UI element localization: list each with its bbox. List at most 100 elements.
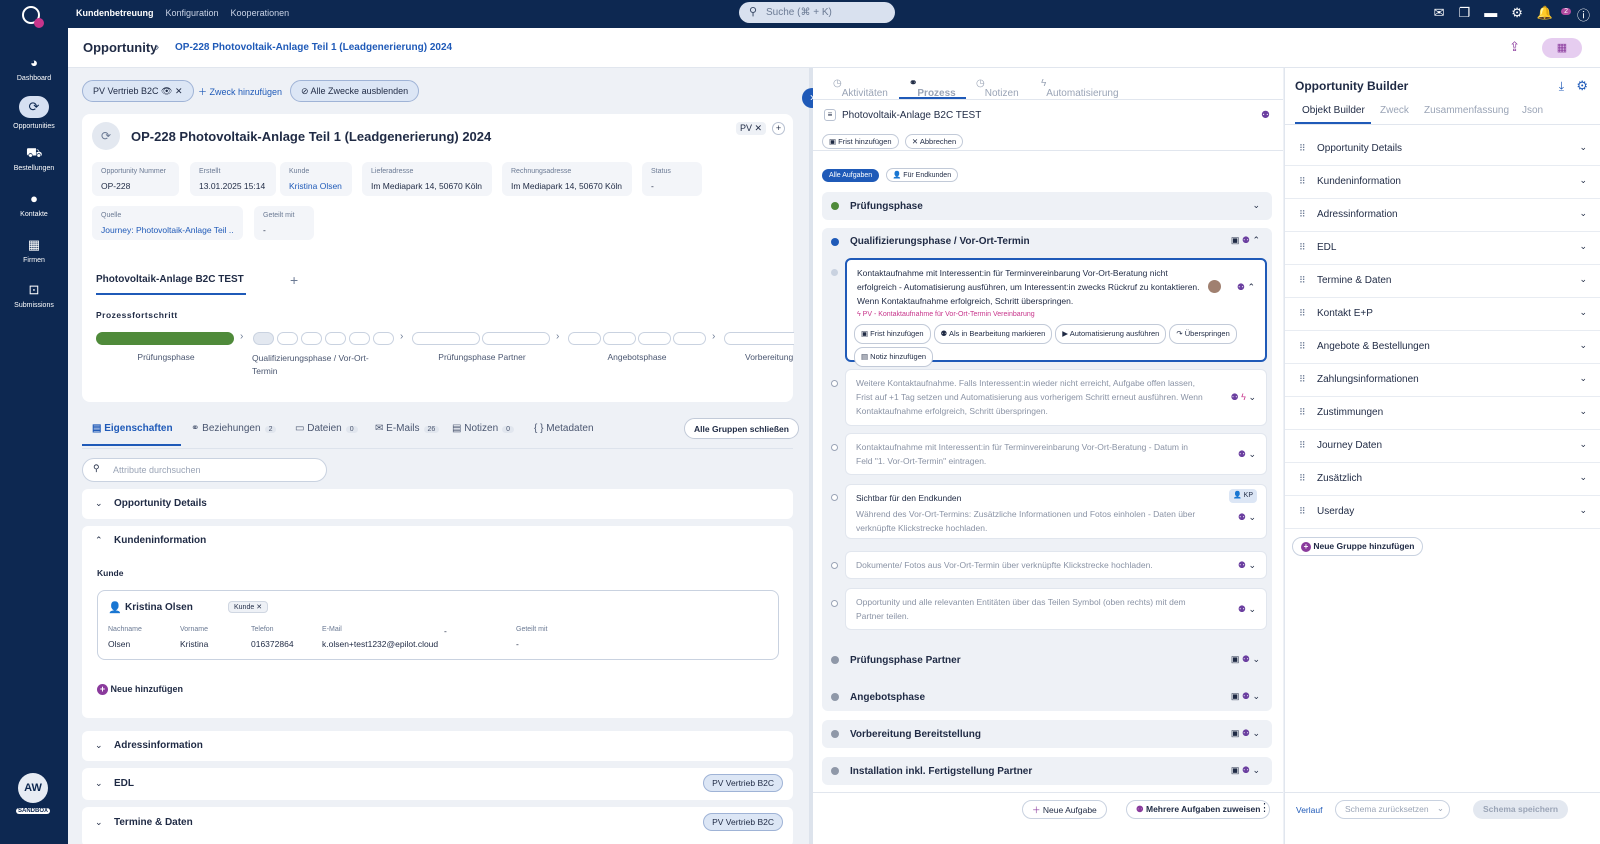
reset-schema-button[interactable]: Schema zurücksetzen ⌄ bbox=[1335, 800, 1450, 819]
gear-icon[interactable]: ⚙ bbox=[1576, 78, 1588, 94]
task-5[interactable]: Dokumente/ Fotos aus Vor-Ort-Termin über… bbox=[845, 551, 1267, 579]
progress-phase-1[interactable] bbox=[96, 332, 234, 345]
drag-handle-icon[interactable]: ⠿ bbox=[1299, 143, 1306, 154]
drag-handle-icon[interactable]: ⠿ bbox=[1299, 308, 1306, 319]
progress-step[interactable] bbox=[277, 332, 298, 345]
avatar[interactable]: AW bbox=[18, 773, 48, 803]
folder-icon[interactable]: ▬ bbox=[1484, 5, 1497, 24]
assign-user-icon[interactable]: ⚉ bbox=[1231, 392, 1239, 402]
sidebar-item-opportunities[interactable]: ⟳ Opportunities bbox=[0, 96, 68, 130]
global-search[interactable]: ⚲ Suche (⌘ + K) bbox=[739, 2, 895, 23]
phase-name[interactable]: Qualifizierungsphase / Vor-Ort-Termin bbox=[850, 236, 1030, 247]
builder-group[interactable]: ⠿ Journey Daten ⌄ bbox=[1285, 430, 1600, 463]
chevron-down-icon[interactable]: ⌄ bbox=[1248, 560, 1256, 570]
progress-step[interactable] bbox=[482, 332, 550, 345]
tab-prozess[interactable]: ⚭ Prozess bbox=[909, 78, 956, 99]
builder-group[interactable]: ⠿ Termine & Daten ⌄ bbox=[1285, 265, 1600, 298]
tab-zweck[interactable]: Zweck bbox=[1380, 105, 1409, 116]
workflow-tab[interactable]: Photovoltaik-Anlage B2C TEST bbox=[96, 274, 246, 295]
apps-grid-button[interactable]: ▦ bbox=[1542, 38, 1582, 58]
progress-step[interactable] bbox=[724, 332, 794, 345]
phase-vorbereitung[interactable]: Vorbereitung Bereitstellung ▣ ⚉ ⌄ bbox=[822, 720, 1272, 748]
assign-user-icon[interactable]: ⚉ bbox=[1238, 604, 1246, 614]
share-icon[interactable]: ⇪ bbox=[1509, 39, 1520, 55]
drag-handle-icon[interactable]: ⠿ bbox=[1299, 242, 1306, 253]
drag-handle-icon[interactable]: ⠿ bbox=[1299, 275, 1306, 286]
task-4[interactable]: Sichtbar für den Endkunden Während des V… bbox=[845, 484, 1267, 539]
copy-icon[interactable]: ❐ bbox=[1459, 5, 1471, 24]
assign-user-icon[interactable]: ⚉ bbox=[1242, 728, 1250, 738]
hide-purposes-button[interactable]: ⊘ Alle Zwecke ausblenden bbox=[290, 80, 420, 102]
history-link[interactable]: Verlauf bbox=[1296, 805, 1322, 815]
breadcrumb-root[interactable]: Opportunity bbox=[83, 40, 157, 55]
chevron-down-icon[interactable]: ⌄ bbox=[1252, 728, 1260, 738]
tab-dateien[interactable]: ▭ Dateien 0 bbox=[295, 423, 358, 434]
run-automation-button[interactable]: ▶ Automatisierung ausführen bbox=[1055, 324, 1167, 344]
drag-handle-icon[interactable]: ⠿ bbox=[1299, 374, 1306, 385]
attribute-search-input[interactable]: ⚲ Attribute durchsuchen bbox=[82, 458, 327, 482]
chevron-down-icon[interactable]: ⌄ bbox=[1579, 175, 1587, 186]
drag-handle-icon[interactable]: ⠿ bbox=[1299, 506, 1306, 517]
purpose-badge[interactable]: PV Vertrieb B2C bbox=[703, 774, 783, 792]
tab-automatisierung[interactable]: ϟ Automatisierung bbox=[1041, 78, 1119, 99]
tab-metadaten[interactable]: { } Metadaten bbox=[534, 423, 594, 434]
progress-step[interactable] bbox=[301, 332, 322, 345]
assign-user-icon[interactable]: ⚉ bbox=[1242, 691, 1250, 701]
chevron-down-icon[interactable]: ⌄ bbox=[1579, 274, 1587, 285]
more-icon[interactable]: ⋮ bbox=[1259, 801, 1270, 814]
field-value-link[interactable]: Journey: Photovoltaik-Anlage Teil ... bbox=[101, 225, 234, 235]
task-2[interactable]: Weitere Kontaktaufnahme. Falls Interesse… bbox=[845, 369, 1267, 426]
chevron-down-icon[interactable]: ⌄ bbox=[1248, 449, 1256, 459]
add-group-button[interactable]: + Neue Gruppe hinzufügen bbox=[1292, 537, 1424, 556]
group-adressinformation[interactable]: ⌄ Adressinformation bbox=[82, 731, 793, 761]
add-deadline-button[interactable]: ▣ Frist hinzufügen bbox=[822, 134, 899, 149]
builder-group[interactable]: ⠿ Kontakt E+P ⌄ bbox=[1285, 298, 1600, 331]
tab-beziehungen[interactable]: ⚭ Beziehungen 2 bbox=[191, 423, 277, 434]
close-icon[interactable]: ✕ bbox=[175, 86, 183, 96]
calendar-icon[interactable]: ▣ bbox=[1231, 654, 1240, 664]
calendar-icon[interactable]: ▣ bbox=[1231, 728, 1240, 738]
chevron-down-icon[interactable]: ⌄ bbox=[1579, 208, 1587, 219]
assign-multiple-button[interactable]: ⚉ Mehrere Aufgaben zuweisen bbox=[1126, 800, 1271, 819]
assign-user-icon[interactable]: ⚉ bbox=[1238, 512, 1246, 522]
assign-user-icon[interactable]: ⚉ bbox=[1238, 560, 1246, 570]
progress-step[interactable] bbox=[253, 332, 274, 345]
add-purpose-button[interactable]: ＋ Zweck hinzufügen bbox=[188, 80, 292, 102]
progress-step[interactable] bbox=[373, 332, 394, 345]
assign-user-icon[interactable]: ⚉ bbox=[1242, 235, 1250, 245]
chevron-down-icon[interactable]: ⌄ bbox=[1579, 439, 1587, 450]
add-note-button[interactable]: ▤ Notiz hinzufügen bbox=[854, 347, 934, 367]
drag-handle-icon[interactable]: ⠿ bbox=[1299, 176, 1306, 187]
chevron-down-icon[interactable]: ⌄ bbox=[1579, 373, 1587, 384]
field-value-link[interactable]: Kristina Olsen bbox=[289, 181, 343, 191]
assign-user-icon[interactable]: ⚉ bbox=[1242, 654, 1250, 664]
phase-pruefungsphase-partner[interactable]: Prüfungsphase Partner ▣ ⚉ ⌄ bbox=[822, 646, 1272, 674]
builder-group[interactable]: ⠿ Userday ⌄ bbox=[1285, 496, 1600, 529]
drag-handle-icon[interactable]: ⠿ bbox=[1299, 473, 1306, 484]
calendar-icon[interactable]: ▣ bbox=[1231, 691, 1240, 701]
skip-button[interactable]: ↷ Überspringen bbox=[1169, 324, 1237, 344]
assign-user-icon[interactable]: ⚉ bbox=[1237, 282, 1245, 292]
assign-user-icon[interactable]: ⚉ bbox=[1261, 110, 1270, 121]
assign-user-icon[interactable]: ⚉ bbox=[1238, 449, 1246, 459]
customer-card[interactable]: 👤 Kristina Olsen Kunde ✕ Nachname Vornam… bbox=[97, 590, 779, 660]
filter-customer-tasks[interactable]: 👤 Für Endkunden bbox=[885, 168, 959, 182]
task-1[interactable]: Kontaktaufnahme mit Interessent:in für T… bbox=[845, 258, 1267, 367]
group-title[interactable]: Kundeninformation bbox=[114, 535, 206, 546]
chevron-down-icon[interactable]: ⌄ bbox=[1579, 142, 1587, 153]
add-workflow-icon[interactable]: + bbox=[290, 272, 298, 288]
filter-all-tasks[interactable]: Alle Aufgaben bbox=[822, 169, 880, 182]
tab-notizen[interactable]: ◷ Notizen bbox=[976, 78, 1019, 99]
tab-objekt-builder[interactable]: Objekt Builder bbox=[1302, 105, 1365, 116]
task-3[interactable]: Kontaktaufnahme mit Interessent:in für T… bbox=[845, 433, 1267, 475]
tab-notizen[interactable]: ▤ Notizen 0 bbox=[452, 423, 515, 434]
chevron-down-icon[interactable]: ⌄ bbox=[1248, 604, 1256, 614]
nav-konfiguration[interactable]: Konfiguration bbox=[166, 8, 219, 18]
group-termine[interactable]: ⌄ Termine & Daten PV Vertrieb B2C bbox=[82, 807, 793, 844]
chevron-down-icon[interactable]: ⌄ bbox=[1252, 691, 1260, 701]
phase-angebotsphase[interactable]: Angebotsphase ▣ ⚉ ⌄ bbox=[822, 683, 1272, 711]
gear-icon[interactable]: ⚙ bbox=[1511, 5, 1523, 24]
add-customer-button[interactable]: + Neue hinzufügen bbox=[97, 684, 183, 695]
chevron-down-icon[interactable]: ⌄ bbox=[1248, 392, 1256, 402]
chevron-up-icon[interactable]: ⌃ bbox=[1252, 235, 1260, 245]
